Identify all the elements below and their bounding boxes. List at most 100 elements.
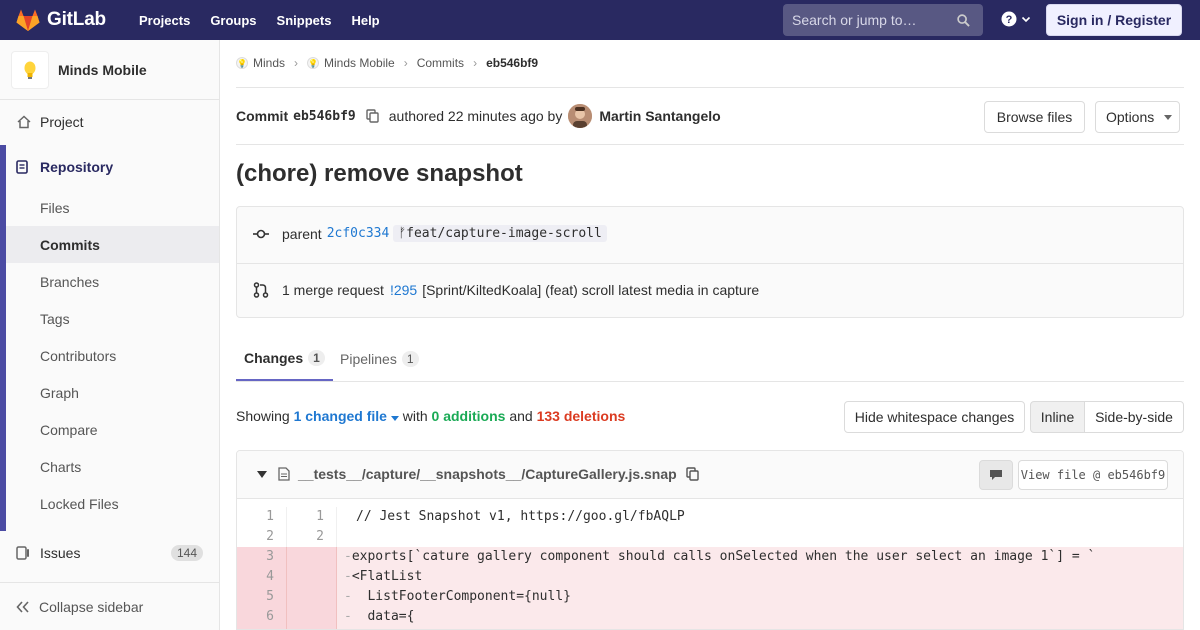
sidebar-item-issues[interactable]: Issues 144 [0, 533, 219, 573]
sidebar-item-branches[interactable]: Branches [6, 263, 219, 300]
new-line-number[interactable]: 1 [287, 507, 337, 527]
nav-groups[interactable]: Groups [200, 13, 266, 28]
additions-count: 0 additions [431, 408, 506, 424]
breadcrumb-commits[interactable]: Commits [417, 56, 464, 70]
deletion-marker: - [344, 569, 352, 584]
nav-snippets[interactable]: Snippets [267, 13, 342, 28]
tab-pipelines[interactable]: Pipelines 1 [340, 336, 419, 381]
old-line-number[interactable]: 4 [237, 567, 287, 587]
sidebar-item-contributors[interactable]: Contributors [6, 337, 219, 374]
new-line-number[interactable] [287, 547, 337, 567]
sidebar-item-commits[interactable]: Commits [6, 226, 219, 263]
new-line-number[interactable]: 2 [287, 527, 337, 547]
chevron-right-icon: › [473, 56, 478, 70]
tab-label: Changes [244, 349, 304, 366]
diff-file-header: __tests__/capture/__snapshots__/CaptureG… [237, 451, 1183, 499]
tab-count: 1 [308, 349, 325, 366]
search-input[interactable] [792, 12, 957, 28]
side-by-side-button[interactable]: Side-by-side [1084, 401, 1184, 433]
code-line: // Jest Snapshot v1, https://goo.gl/fbAQ… [337, 507, 685, 527]
branch-icon: ᚠ [398, 226, 407, 241]
sidebar-project-header[interactable]: Minds Mobile [0, 40, 219, 100]
inline-view-button[interactable]: Inline [1030, 401, 1085, 433]
breadcrumb-minds-mobile[interactable]: Minds Mobile [324, 56, 395, 70]
options-dropdown[interactable]: Options [1095, 101, 1180, 133]
sidebar-item-repository[interactable]: Repository [6, 145, 219, 189]
sidebar-item-project[interactable]: Project [0, 100, 219, 144]
lightbulb-icon: 💡 [236, 57, 248, 69]
changed-files-dropdown[interactable]: 1 changed file [294, 408, 399, 424]
caret-down-icon[interactable] [257, 470, 267, 478]
svg-text:?: ? [1006, 14, 1013, 26]
collapse-sidebar-button[interactable]: Collapse sidebar [0, 582, 219, 630]
code-line: - ListFooterComponent={null} [337, 587, 1183, 607]
gitlab-logo[interactable]: GitLab [16, 9, 113, 31]
sidebar: Minds Mobile Project Repository Files Co… [0, 40, 220, 630]
merge-request-link[interactable]: !295 [390, 282, 417, 298]
divider [237, 263, 1183, 264]
branch-name: feat/capture-image-scroll [406, 226, 602, 241]
sidebar-item-charts[interactable]: Charts [6, 448, 219, 485]
copy-icon[interactable] [686, 467, 699, 481]
commit-info-box: parent 2cf0c334 ᚠfeat/capture-image-scro… [236, 206, 1184, 318]
copy-icon[interactable] [366, 109, 379, 123]
breadcrumb: 💡 Minds › 💡 Minds Mobile › Commits › eb5… [236, 56, 538, 70]
project-avatar [11, 50, 49, 89]
author-avatar[interactable] [568, 104, 593, 128]
file-path[interactable]: __tests__/capture/__snapshots__/CaptureG… [298, 466, 677, 482]
new-line-number[interactable] [287, 567, 337, 587]
tab-changes[interactable]: Changes 1 [236, 336, 333, 381]
code-line: -<FlatList [337, 567, 1183, 587]
old-line-number[interactable]: 6 [237, 607, 287, 627]
hide-whitespace-button[interactable]: Hide whitespace changes [844, 401, 1025, 433]
sidebar-item-graph[interactable]: Graph [6, 374, 219, 411]
options-label: Options [1106, 109, 1155, 125]
old-line-number[interactable]: 3 [237, 547, 287, 567]
branch-ref[interactable]: ᚠfeat/capture-image-scroll [393, 225, 607, 242]
parent-row: parent 2cf0c334 ᚠfeat/capture-image-scro… [253, 225, 607, 242]
view-file-button[interactable]: View file @ eb546bf9 [1018, 460, 1168, 490]
toggle-comments-button[interactable] [979, 460, 1013, 490]
deletion-marker: - [344, 549, 352, 564]
diff-line-deleted: 6 - data={ [237, 607, 1183, 627]
search-box[interactable] [783, 4, 983, 36]
sidebar-item-tags[interactable]: Tags [6, 300, 219, 337]
project-name: Minds Mobile [58, 61, 147, 78]
deletion-marker: - [344, 589, 352, 604]
breadcrumb-minds[interactable]: Minds [253, 56, 285, 70]
issues-count-badge: 144 [170, 545, 203, 561]
file-path-row: __tests__/capture/__snapshots__/CaptureG… [257, 466, 699, 482]
and-text: and [509, 408, 533, 424]
view-file-label: View file @ eb546bf9 [1020, 468, 1166, 482]
old-line-number[interactable]: 5 [237, 587, 287, 607]
diff-line-deleted: 3 -exports[`cature gallery component shou… [237, 547, 1183, 567]
lightbulb-icon: 💡 [307, 57, 320, 69]
document-icon [16, 159, 32, 175]
nav-projects[interactable]: Projects [129, 13, 200, 28]
search-icon [957, 13, 970, 27]
browse-files-button[interactable]: Browse files [984, 101, 1085, 133]
diff-line-deleted: 4 -<FlatList [237, 567, 1183, 587]
tab-label: Pipelines [340, 350, 397, 367]
parent-sha-link[interactable]: 2cf0c334 [327, 226, 390, 241]
code-text: exports[`cature gallery component should… [351, 549, 1096, 564]
old-line-number[interactable]: 1 [237, 507, 287, 527]
nav-help[interactable]: Help [341, 13, 389, 28]
authored-text: authored 22 minutes ago by [388, 108, 563, 124]
diff-file: __tests__/capture/__snapshots__/CaptureG… [236, 450, 1184, 630]
help-dropdown[interactable]: ? [1001, 11, 1031, 27]
old-line-number[interactable]: 2 [237, 527, 287, 547]
sidebar-item-files[interactable]: Files [6, 189, 219, 226]
chevron-down-icon [1021, 16, 1031, 23]
sidebar-item-locked-files[interactable]: Locked Files [6, 485, 219, 522]
code-text: <FlatList [351, 569, 423, 584]
author-name[interactable]: Martin Santangelo [599, 108, 720, 124]
new-line-number[interactable] [287, 587, 337, 607]
lightbulb-icon [24, 61, 36, 79]
code-text: ListFooterComponent={null} [351, 589, 571, 604]
sign-in-button[interactable]: Sign in / Register [1046, 4, 1182, 36]
sidebar-item-label: Repository [40, 159, 114, 175]
sidebar-item-compare[interactable]: Compare [6, 411, 219, 448]
new-line-number[interactable] [287, 607, 337, 627]
